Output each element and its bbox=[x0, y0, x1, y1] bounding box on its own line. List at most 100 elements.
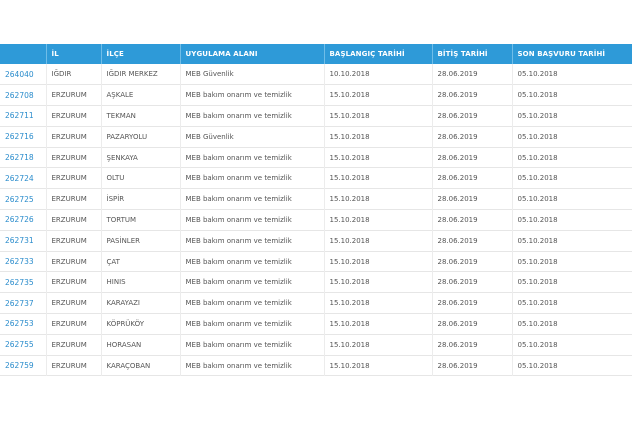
header-son-basvuru-tarihi[interactable]: SON BAŞVURU TARİHİ bbox=[512, 44, 632, 64]
table-body: 264040 IĞDIR IĞDIR MERKEZ MEB Güvenlik 10.10… bbox=[0, 64, 632, 376]
table-row[interactable]: 262718 ERZURUM ŞENKAYA MEB bakım onarım ve … bbox=[0, 147, 632, 168]
header-uygulama-alani[interactable]: UYGULAMA ALANI bbox=[180, 44, 325, 64]
listing-id-link[interactable]: 262726 bbox=[0, 209, 47, 231]
uygulama-alani-cell: MEB bakım onarım ve temizlik bbox=[180, 355, 325, 376]
baslangic-tarihi-cell: 15.10.2018 bbox=[324, 126, 433, 148]
bitis-tarihi-cell: 28.06.2019 bbox=[432, 313, 513, 335]
listing-id-link[interactable]: 262733 bbox=[0, 251, 47, 272]
uygulama-alani-cell: MEB bakım onarım ve temizlik bbox=[180, 271, 325, 293]
bitis-tarihi-cell: 28.06.2019 bbox=[432, 84, 513, 106]
son-basvuru-tarihi-cell: 05.10.2018 bbox=[517, 257, 558, 266]
baslangic-tarihi-cell: 15.10.2018 bbox=[324, 251, 433, 272]
table-row[interactable]: 262731 ERZURUM PASİNLER MEB bakım onarım ve… bbox=[0, 230, 632, 252]
il-cell: IĞDIR bbox=[46, 64, 102, 85]
son-basvuru-tarihi-cell: 05.10.2018 bbox=[517, 195, 558, 204]
table-row[interactable]: 262737 ERZURUM KARAYAZI MEB bakım onarım ve… bbox=[0, 292, 632, 314]
il-cell: ERZURUM bbox=[46, 230, 102, 252]
table-row[interactable]: 262733 ERZURUM ÇAT MEB bakım onarım ve temi… bbox=[0, 251, 632, 272]
son-basvuru-tarihi-cell: 05.10.2018 bbox=[517, 215, 558, 224]
uygulama-alani-cell: MEB bakım onarım ve temizlik bbox=[180, 167, 325, 189]
listing-id-link[interactable]: 262708 bbox=[0, 84, 47, 106]
bitis-tarihi-cell: 28.06.2019 bbox=[432, 126, 513, 148]
table-row[interactable]: 262735 ERZURUM HINIS MEB bakım onarım ve te… bbox=[0, 271, 632, 293]
baslangic-tarihi-cell: 15.10.2018 bbox=[324, 355, 433, 376]
baslangic-tarihi-cell: 15.10.2018 bbox=[324, 188, 433, 210]
baslangic-tarihi-cell: 15.10.2018 bbox=[324, 147, 433, 168]
listing-id-link[interactable]: 262755 bbox=[0, 334, 47, 356]
bitis-tarihi-cell: 28.06.2019 bbox=[432, 188, 513, 210]
baslangic-tarihi-cell: 15.10.2018 bbox=[324, 292, 433, 314]
bitis-tarihi-cell: 28.06.2019 bbox=[432, 64, 513, 85]
ilce-cell: HINIS bbox=[101, 271, 181, 293]
header-ilce[interactable]: İLÇE bbox=[101, 44, 181, 64]
bitis-tarihi-cell: 28.06.2019 bbox=[432, 230, 513, 252]
bitis-tarihi-cell: 28.06.2019 bbox=[432, 334, 513, 356]
listing-id-link[interactable]: 262718 bbox=[0, 147, 47, 168]
uygulama-alani-cell: MEB bakım onarım ve temizlik bbox=[180, 334, 325, 356]
uygulama-alani-cell: MEB bakım onarım ve temizlik bbox=[180, 105, 325, 127]
header-bitis-tarihi[interactable]: BİTİŞ TARİHİ bbox=[432, 44, 513, 64]
ilce-cell: AŞKALE bbox=[101, 84, 181, 106]
header-il[interactable]: İL bbox=[46, 44, 102, 64]
listing-id-link[interactable]: 262711 bbox=[0, 105, 47, 127]
son-basvuru-tarihi-cell: 05.10.2018 bbox=[517, 319, 558, 328]
il-cell: ERZURUM bbox=[46, 84, 102, 106]
table-row[interactable]: 262726 ERZURUM TORTUM MEB bakım onarım ve t… bbox=[0, 209, 632, 231]
il-cell: ERZURUM bbox=[46, 334, 102, 356]
son-basvuru-tarihi-cell: 05.10.2018 bbox=[517, 153, 558, 162]
ilce-cell: İSPİR bbox=[101, 188, 181, 210]
listing-id-link[interactable]: 264040 bbox=[0, 64, 47, 85]
listing-id-link[interactable]: 262724 bbox=[0, 167, 47, 189]
table-row[interactable]: 264040 IĞDIR IĞDIR MERKEZ MEB Güvenlik 10.10… bbox=[0, 64, 632, 85]
ilce-cell: ŞENKAYA bbox=[101, 147, 181, 168]
header-baslangic-tarihi[interactable]: BAŞLANGIÇ TARİHİ bbox=[324, 44, 433, 64]
table-row[interactable]: 262755 ERZURUM HORASAN MEB bakım onarım ve … bbox=[0, 334, 632, 356]
il-cell: ERZURUM bbox=[46, 271, 102, 293]
table-row[interactable]: 262753 ERZURUM KÖPRÜKÖY MEB bakım onarım ve… bbox=[0, 313, 632, 335]
baslangic-tarihi-cell: 15.10.2018 bbox=[324, 271, 433, 293]
son-basvuru-tarihi-cell: 05.10.2018 bbox=[517, 278, 558, 287]
bitis-tarihi-cell: 28.06.2019 bbox=[432, 251, 513, 272]
table-row[interactable]: 262711 ERZURUM TEKMAN MEB bakım onarım ve t… bbox=[0, 105, 632, 127]
uygulama-alani-cell: MEB bakım onarım ve temizlik bbox=[180, 313, 325, 335]
table-header-row: İL İLÇE UYGULAMA ALANI BAŞLANGIÇ TARİHİ … bbox=[0, 44, 632, 64]
table-row[interactable]: 262759 ERZURUM KARAÇOBAN MEB bakım onarım v… bbox=[0, 355, 632, 376]
il-cell: ERZURUM bbox=[46, 251, 102, 272]
listing-id-link[interactable]: 262753 bbox=[0, 313, 47, 335]
uygulama-alani-cell: MEB bakım onarım ve temizlik bbox=[180, 209, 325, 231]
baslangic-tarihi-cell: 15.10.2018 bbox=[324, 84, 433, 106]
uygulama-alani-cell: MEB Güvenlik bbox=[180, 126, 325, 148]
ilce-cell: KARAYAZI bbox=[101, 292, 181, 314]
ilce-cell: TORTUM bbox=[101, 209, 181, 231]
baslangic-tarihi-cell: 15.10.2018 bbox=[324, 209, 433, 231]
uygulama-alani-cell: MEB Güvenlik bbox=[180, 64, 325, 85]
table-row[interactable]: 262708 ERZURUM AŞKALE MEB bakım onarım ve t… bbox=[0, 84, 632, 106]
listing-id-link[interactable]: 262737 bbox=[0, 292, 47, 314]
il-cell: ERZURUM bbox=[46, 105, 102, 127]
listing-id-link[interactable]: 262759 bbox=[0, 355, 47, 376]
ilce-cell: KÖPRÜKÖY bbox=[101, 313, 181, 335]
listing-id-link[interactable]: 262731 bbox=[0, 230, 47, 252]
baslangic-tarihi-cell: 15.10.2018 bbox=[324, 334, 433, 356]
bitis-tarihi-cell: 28.06.2019 bbox=[432, 167, 513, 189]
job-listings-table: İL İLÇE UYGULAMA ALANI BAŞLANGIÇ TARİHİ … bbox=[0, 44, 632, 376]
bitis-tarihi-cell: 28.06.2019 bbox=[432, 271, 513, 293]
son-basvuru-tarihi-cell: 05.10.2018 bbox=[517, 132, 558, 141]
header-id bbox=[0, 44, 47, 64]
ilce-cell: OLTU bbox=[101, 167, 181, 189]
ilce-cell: ÇAT bbox=[101, 251, 181, 272]
table-row[interactable]: 262725 ERZURUM İSPİR MEB bakım onarım ve te… bbox=[0, 188, 632, 210]
uygulama-alani-cell: MEB bakım onarım ve temizlik bbox=[180, 292, 325, 314]
table-row[interactable]: 262724 ERZURUM OLTU MEB bakım onarım ve tem… bbox=[0, 167, 632, 189]
uygulama-alani-cell: MEB bakım onarım ve temizlik bbox=[180, 147, 325, 168]
listing-id-link[interactable]: 262735 bbox=[0, 271, 47, 293]
uygulama-alani-cell: MEB bakım onarım ve temizlik bbox=[180, 84, 325, 106]
baslangic-tarihi-cell: 15.10.2018 bbox=[324, 230, 433, 252]
ilce-cell: IĞDIR MERKEZ bbox=[101, 64, 181, 85]
table-row[interactable]: 262716 ERZURUM PAZARYOLU MEB Güvenlik 15.10.… bbox=[0, 126, 632, 148]
son-basvuru-tarihi-cell: 05.10.2018 bbox=[517, 299, 558, 308]
listing-id-link[interactable]: 262716 bbox=[0, 126, 47, 148]
il-cell: ERZURUM bbox=[46, 209, 102, 231]
son-basvuru-tarihi-cell: 05.10.2018 bbox=[517, 340, 558, 349]
listing-id-link[interactable]: 262725 bbox=[0, 188, 47, 210]
